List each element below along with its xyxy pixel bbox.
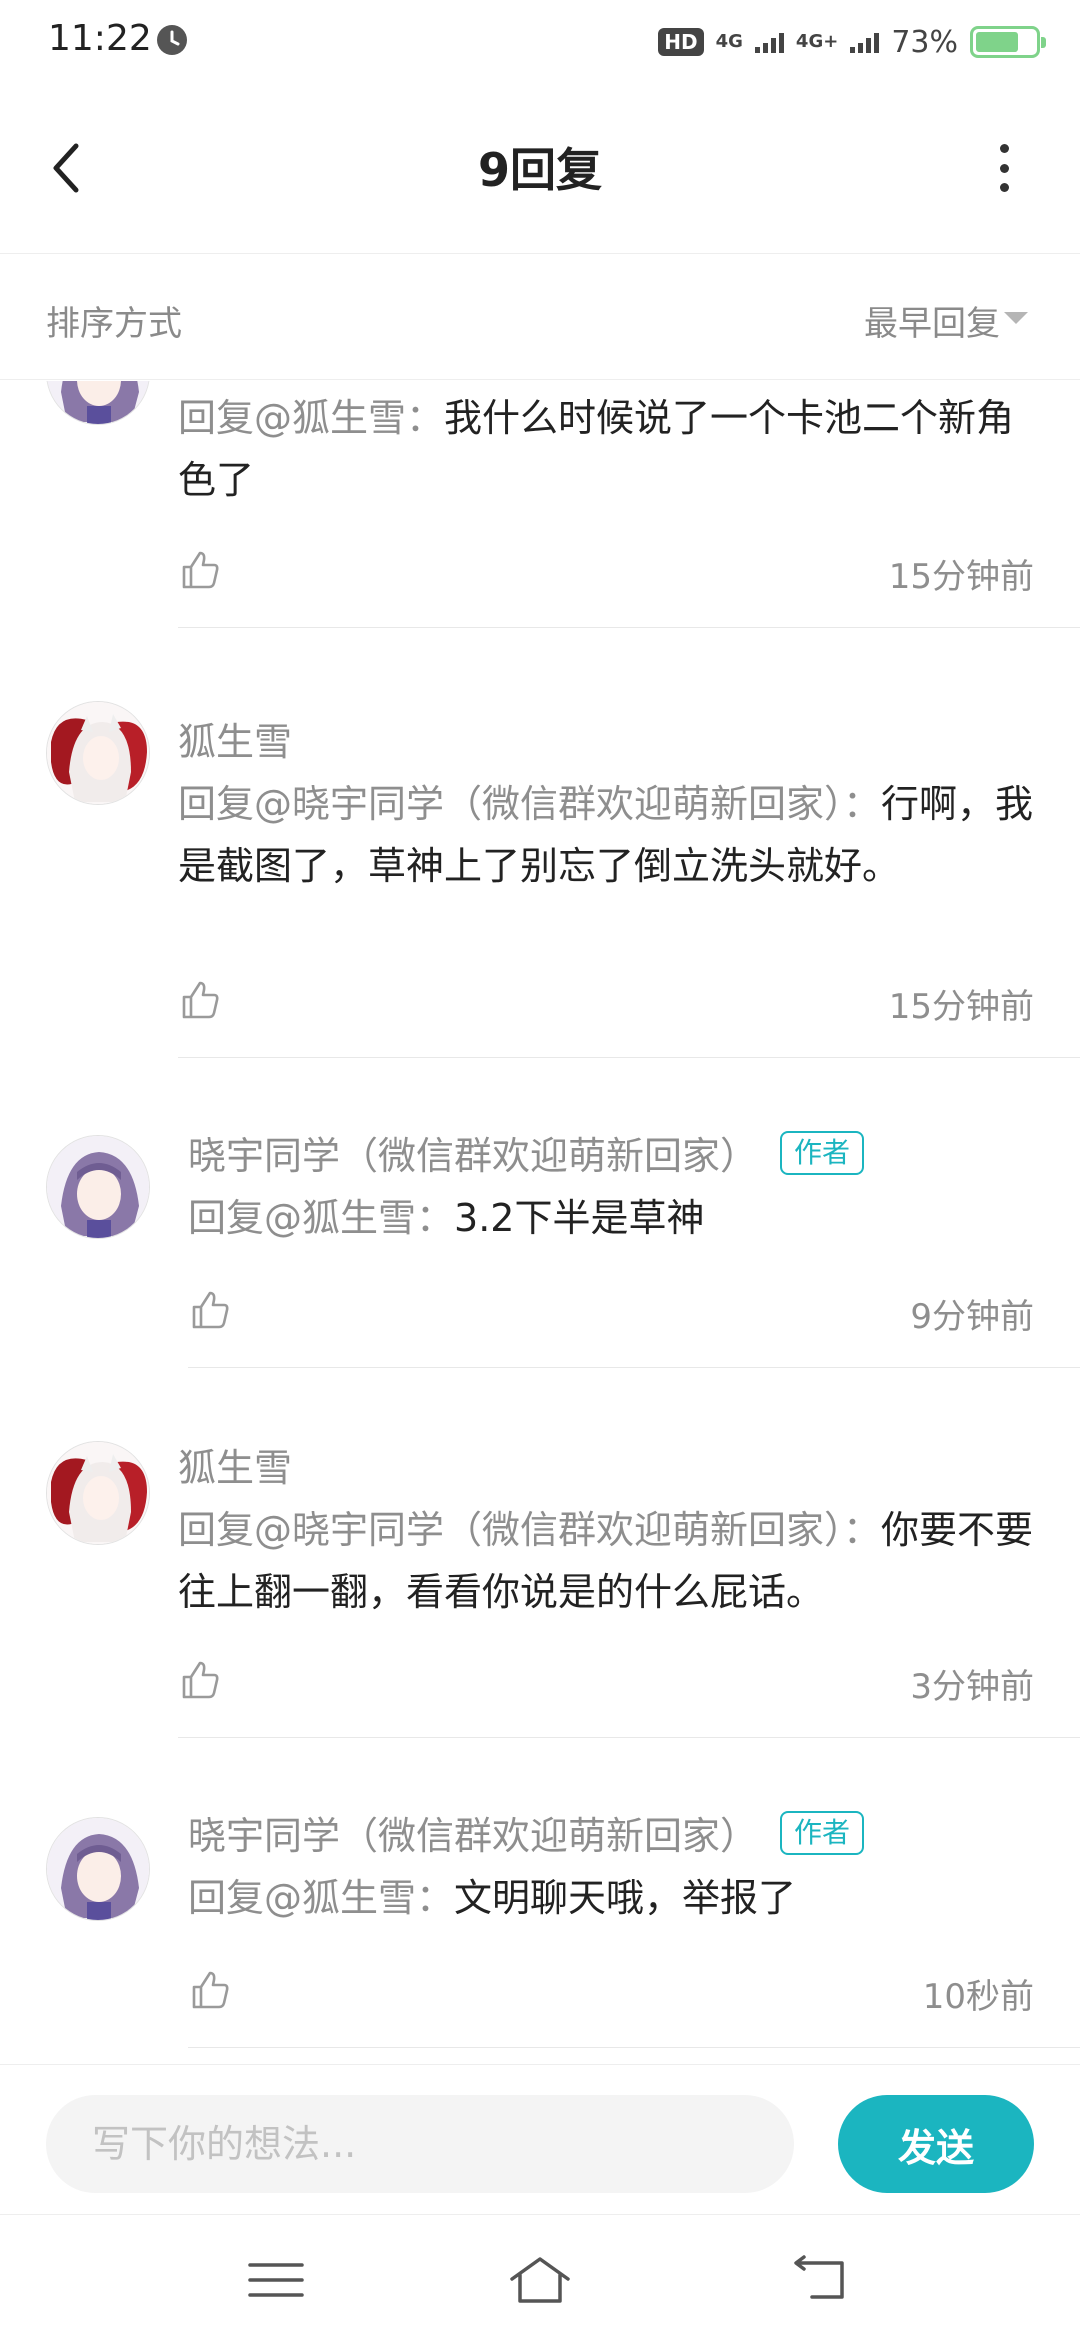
avatar[interactable] bbox=[46, 1817, 150, 1921]
reply-time: 15分钟前 bbox=[888, 987, 1034, 1027]
reply-content: 3.2下半是草神 bbox=[454, 1196, 705, 1240]
avatar-purple-hair-image bbox=[47, 1818, 149, 1920]
avatar-purple-hair-image bbox=[47, 381, 149, 424]
reply-list[interactable]: 回复@狐生雪：我什么时候说了一个卡池二个新角色了 15分钟前 狐生雪 回复@晓宇… bbox=[0, 381, 1080, 2064]
avatar-white-hair-red-image bbox=[47, 702, 149, 804]
reply-time: 10秒前 bbox=[922, 1977, 1034, 2017]
status-time: 11:22 bbox=[48, 18, 152, 59]
reply-mention[interactable]: 回复@晓宇同学（微信群欢迎萌新回家）： bbox=[178, 1508, 881, 1552]
hd-badge: HD bbox=[658, 28, 704, 56]
username-text[interactable]: 晓宇同学（微信群欢迎萌新回家） bbox=[188, 1125, 758, 1180]
more-options-icon[interactable] bbox=[998, 144, 1010, 192]
reply-time: 3分钟前 bbox=[910, 1667, 1034, 1707]
battery-icon bbox=[970, 26, 1046, 58]
username-text[interactable]: 狐生雪 bbox=[178, 711, 292, 766]
username-text[interactable]: 晓宇同学（微信群欢迎萌新回家） bbox=[188, 1805, 758, 1860]
thumbs-up-icon[interactable] bbox=[178, 547, 222, 591]
divider bbox=[178, 1057, 1080, 1058]
reply-item: 晓宇同学（微信群欢迎萌新回家） 作者 回复@狐生雪：3.2下半是草神 9分钟前 bbox=[0, 1059, 1080, 1369]
thumbs-up-icon[interactable] bbox=[178, 1657, 222, 1701]
reply-time: 15分钟前 bbox=[888, 557, 1034, 597]
reply-mention[interactable]: 回复@狐生雪： bbox=[188, 1876, 454, 1920]
sort-dropdown[interactable]: 最早回复 bbox=[864, 296, 1000, 345]
reply-text: 回复@晓宇同学（微信群欢迎萌新回家）：你要不要往上翻一翻，看看你说是的什么屁话。 bbox=[178, 1499, 1038, 1623]
signal-icon-2 bbox=[850, 31, 880, 53]
battery-percent: 73% bbox=[891, 24, 958, 60]
status-bar: 11:22 HD 4G 4G+ 73% bbox=[0, 0, 1080, 84]
back-icon[interactable] bbox=[790, 2253, 854, 2307]
avatar-white-hair-red-image bbox=[47, 1442, 149, 1544]
reply-text: 回复@狐生雪：我什么时候说了一个卡池二个新角色了 bbox=[178, 387, 1038, 511]
network-label-1: 4G bbox=[715, 31, 743, 52]
reply-username[interactable]: 晓宇同学（微信群欢迎萌新回家） 作者 bbox=[188, 1805, 865, 1860]
sort-bar: 排序方式 最早回复 bbox=[0, 254, 1080, 380]
reply-text: 回复@晓宇同学（微信群欢迎萌新回家）：行啊，我是截图了，草神上了别忘了倒立洗头就… bbox=[178, 773, 1038, 897]
divider bbox=[178, 1737, 1080, 1738]
avatar[interactable] bbox=[46, 701, 150, 805]
network-label-2: 4G+ bbox=[795, 31, 839, 52]
reply-item: 回复@狐生雪：我什么时候说了一个卡池二个新角色了 15分钟前 bbox=[0, 381, 1080, 629]
system-nav-bar bbox=[0, 2214, 1080, 2340]
comment-input[interactable] bbox=[46, 2095, 794, 2193]
username-text[interactable]: 狐生雪 bbox=[178, 1437, 292, 1492]
page-title: 9回复 bbox=[477, 143, 602, 197]
reply-item: 狐生雪 回复@晓宇同学（微信群欢迎萌新回家）：你要不要往上翻一翻，看看你说是的什… bbox=[0, 1369, 1080, 1739]
caret-down-icon[interactable] bbox=[1004, 312, 1028, 324]
avatar[interactable] bbox=[46, 381, 150, 425]
reply-mention[interactable]: 回复@狐生雪： bbox=[188, 1196, 454, 1240]
reply-item: 狐生雪 回复@晓宇同学（微信群欢迎萌新回家）：行啊，我是截图了，草神上了别忘了倒… bbox=[0, 629, 1080, 1059]
reply-username[interactable]: 狐生雪 bbox=[178, 711, 292, 766]
clock-icon bbox=[157, 25, 187, 55]
reply-mention[interactable]: 回复@晓宇同学（微信群欢迎萌新回家）： bbox=[178, 782, 881, 826]
avatar-purple-hair-image bbox=[47, 1136, 149, 1238]
divider bbox=[188, 2047, 1080, 2048]
signal-icon bbox=[754, 31, 784, 53]
reply-mention[interactable]: 回复@狐生雪： bbox=[178, 396, 444, 440]
avatar[interactable] bbox=[46, 1135, 150, 1239]
reply-time: 9分钟前 bbox=[910, 1297, 1034, 1337]
status-indicators: HD 4G 4G+ 73% bbox=[658, 20, 1046, 64]
divider bbox=[188, 1367, 1080, 1368]
send-button[interactable]: 发送 bbox=[838, 2095, 1034, 2193]
comment-bar: 发送 bbox=[0, 2064, 1080, 2214]
thumbs-up-icon[interactable] bbox=[188, 1967, 232, 2011]
top-header: 9回复 bbox=[0, 84, 1080, 254]
reply-username[interactable]: 晓宇同学（微信群欢迎萌新回家） 作者 bbox=[188, 1125, 865, 1180]
battery-fill bbox=[976, 32, 1019, 52]
reply-content: 文明聊天哦，举报了 bbox=[454, 1876, 797, 1920]
author-badge: 作者 bbox=[780, 1810, 865, 1855]
thumbs-up-icon[interactable] bbox=[188, 1287, 232, 1331]
reply-text: 回复@狐生雪：3.2下半是草神 bbox=[188, 1187, 1038, 1249]
home-icon[interactable] bbox=[508, 2253, 572, 2307]
reply-item: 晓宇同学（微信群欢迎萌新回家） 作者 回复@狐生雪：文明聊天哦，举报了 10秒前 bbox=[0, 1739, 1080, 2049]
author-badge: 作者 bbox=[780, 1130, 865, 1175]
menu-icon[interactable] bbox=[244, 2253, 308, 2307]
reply-text: 回复@狐生雪：文明聊天哦，举报了 bbox=[188, 1867, 1038, 1929]
avatar[interactable] bbox=[46, 1441, 150, 1545]
divider bbox=[178, 627, 1080, 628]
thumbs-up-icon[interactable] bbox=[178, 977, 222, 1021]
sort-label: 排序方式 bbox=[46, 304, 182, 344]
reply-username[interactable]: 狐生雪 bbox=[178, 1437, 292, 1492]
